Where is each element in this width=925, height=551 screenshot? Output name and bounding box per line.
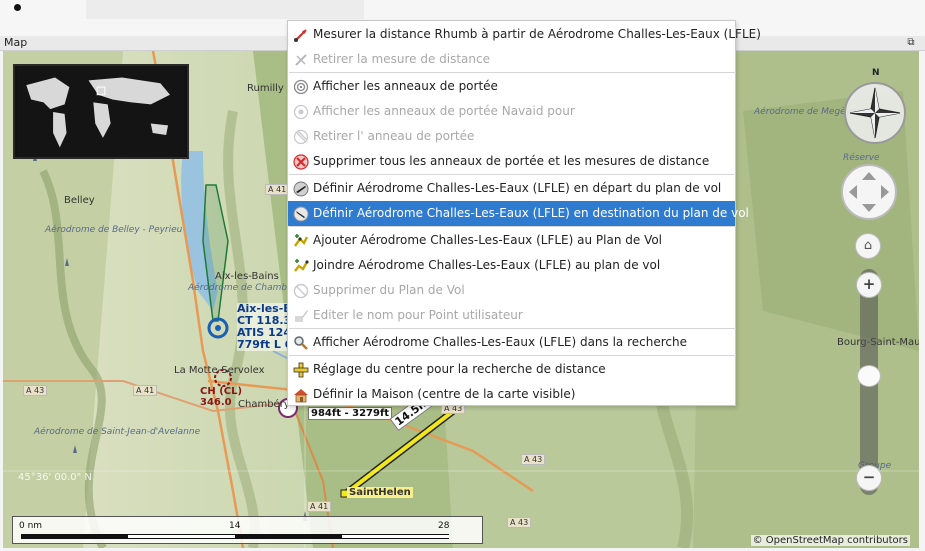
town-label: Bourg-Saint-Maurice [837,337,919,348]
world-overview-shapes [16,66,186,157]
zoom-slider-handle[interactable] [857,365,881,387]
center-search-icon [293,362,309,378]
menu-item-set-destination[interactable]: Définir Aérodrome Challes-Les-Eaux (LFLE… [288,201,749,226]
menu-separator [289,174,736,175]
road-label: A 41 [307,501,332,512]
pan-control[interactable] [841,164,897,220]
coordinate-readout: 45°36' 00.0" N [18,472,92,483]
waypoint-label[interactable]: SaintHelen [347,487,413,498]
town-label: Chambéry [238,399,290,410]
map-attribution[interactable]: © OpenStreetMap contributors [750,535,910,546]
menu-item-label: Ajouter Aérodrome Challes-Les-Eaux (LFLE… [313,233,663,247]
world-overview-map[interactable] [13,64,189,159]
menu-item-add-to-plan[interactable]: Ajouter Aérodrome Challes-Les-Eaux (LFLE… [288,228,735,253]
menu-item-label: Retirer la mesure de distance [313,52,490,66]
departure-icon [293,181,309,197]
aerodrome-label: Aérodrome de Megève [754,107,857,117]
menu-item-show-in-search[interactable]: Afficher Aérodrome Challes-Les-Eaux (LFL… [288,330,735,355]
town-label: Aix-les-Bains [215,271,279,282]
aerodrome-label: Aérodrome de Belley - Peyrieu [45,225,183,235]
road-label: A 41 [265,184,290,195]
menu-item-label: Réglage du centre pour la recherche de d… [313,362,606,376]
menu-item-label: Supprimer tous les anneaux de portée et … [313,154,710,168]
aerodrome-label: Aérodrome de Saint-Jean-d'Avelanne [34,427,201,437]
ndb-frequency: 346.0 [200,397,232,408]
menu-item-range-rings[interactable]: Afficher les anneaux de portée [288,74,735,99]
home-icon[interactable]: ⌂ [855,233,881,259]
delete-all-icon [293,154,309,170]
remove-measure-icon [295,54,307,66]
compass-north-label: N [872,68,880,78]
dock-title: Map [4,36,28,49]
scale-tick-label: 0 nm [19,521,43,531]
pan-arrows-icon [849,172,889,212]
road-label: A 43 [521,454,546,465]
destination-icon [293,206,309,222]
scale-bar-segment [128,535,235,538]
menu-item-label: Joindre Aérodrome Challes-Les-Eaux (LFLE… [313,258,661,272]
context-menu: Mesurer la distance Rhumb à partir de Aé… [287,20,761,407]
menu-item-delete-all-rings[interactable]: Supprimer tous les anneaux de portée et … [288,149,735,174]
scale-bar: 0 nm 14 28 [12,516,483,544]
town-label: Rumilly [247,83,284,94]
search-icon [294,336,308,350]
menu-item-label: Définir Aérodrome Challes-Les-Eaux (LFLE… [313,206,749,220]
scale-bar-segment [342,535,449,538]
aerodrome-label: Réserve [843,153,880,163]
menu-item-label: Supprimer du Plan de Vol [313,283,465,297]
menu-separator [289,226,736,227]
town-label: Belley [64,195,95,206]
road-label: A 41 [133,385,158,396]
scale-tick-label: 14 [229,521,241,531]
compass-rose[interactable]: N [844,68,906,144]
delete-from-plan-icon [293,283,309,299]
menu-item-label: Mesurer la distance Rhumb à partir de Aé… [313,27,761,41]
menu-item-delete-from-plan[interactable]: Supprimer du Plan de Vol [288,278,735,303]
altitude-range-label: 984ft - 3279ft [308,407,393,420]
road-label: A 43 [23,385,48,396]
menu-item-label: Editer le nom pour Point utilisateur [313,308,523,322]
menu-separator [289,72,736,73]
menu-item-label: Afficher Aérodrome Challes-Les-Eaux (LFL… [313,335,687,349]
edit-userpoint-icon [295,310,308,322]
rhumb-measure-icon [294,29,307,42]
menu-item-append-to-plan[interactable]: Joindre Aérodrome Challes-Les-Eaux (LFLE… [288,253,735,278]
menu-separator [289,355,736,356]
menu-item-label: Afficher les anneaux de portée [313,79,498,93]
menu-item-set-departure[interactable]: Définir Aérodrome Challes-Les-Eaux (LFLE… [288,176,735,201]
remove-ring-icon [293,129,309,145]
scale-tick-label: 28 [438,521,450,531]
menu-item-set-home[interactable]: Définir la Maison (centre de la carte vi… [288,382,735,407]
compass-star-icon [849,87,901,139]
menu-item-label: Définir la Maison (centre de la carte vi… [313,387,576,401]
bullet-icon [14,4,21,11]
ndb-ident: CH (CL) [200,386,243,397]
airport-elevation: 779ft L 6 [237,338,293,351]
home-icon [294,389,308,403]
add-to-plan-icon [294,234,309,247]
menu-item-edit-userpoint[interactable]: Editer le nom pour Point utilisateur [288,303,735,328]
menu-item-label: Afficher les anneaux de portée Navaid po… [313,104,575,118]
menu-item-navaid-rings[interactable]: Afficher les anneaux de portée Navaid po… [288,99,735,124]
town-label: La Motte-Servolex [174,365,265,376]
menu-item-remove-ring[interactable]: Retirer l' anneau de portée [288,124,735,149]
menu-item-label: Retirer l' anneau de portée [313,129,475,143]
zoom-in-button[interactable]: + [856,272,882,298]
menu-item-label: Définir Aérodrome Challes-Les-Eaux (LFLE… [313,181,722,195]
menu-item-remove-measure[interactable]: Retirer la mesure de distance [288,47,735,72]
road-label: A 43 [507,517,532,528]
menu-item-measure-rhumb[interactable]: Mesurer la distance Rhumb à partir de Aé… [288,22,761,47]
airport-info-label[interactable]: Aix-les-B CT 118.3 ATIS 124 779ft L 6 [237,303,293,351]
zoom-out-button[interactable]: − [856,465,882,491]
ndb-label[interactable]: CH (CL) 346.0 [200,386,242,408]
float-window-icon[interactable]: ⧉ [905,37,917,49]
range-rings-icon [293,79,309,95]
toolbar-field[interactable] [86,0,364,19]
append-to-plan-icon [294,259,309,272]
navaid-rings-icon [293,104,309,120]
menu-item-center-distance-search[interactable]: Réglage du centre pour la recherche de d… [288,357,735,382]
menu-separator [289,328,736,329]
